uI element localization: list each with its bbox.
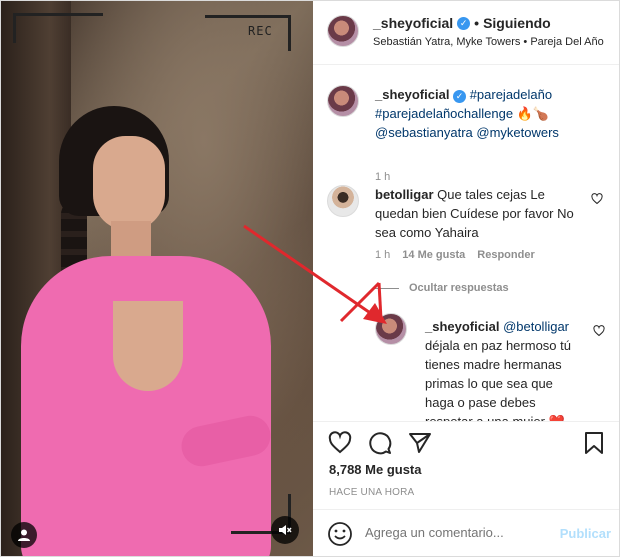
post-header: _sheyoficial ✓ • Siguiendo Sebastián Yat… [313,1,619,65]
like-comment-button[interactable] [593,325,605,340]
following-button[interactable]: Siguiendo [483,15,551,31]
comment-likes[interactable]: 14 Me gusta [402,249,465,261]
comment-button[interactable] [367,430,393,456]
hashtag-link[interactable]: #parejadelaño [470,87,552,102]
red-heart-emoji: ❤️ [549,414,565,421]
caption-text: _sheyoficial ✓ #parejadelaño #parejadela… [375,85,605,142]
hide-replies-dash [375,287,399,289]
comment-icon [369,432,392,455]
verified-icon: ✓ [453,90,467,103]
caption-emojis: 🔥🍗 [516,106,550,121]
header-title-row: _sheyoficial ✓ • Siguiendo [373,15,551,31]
avatar[interactable] [327,15,359,47]
rec-label: REC [248,24,273,38]
post-details-panel: _sheyoficial ✓ • Siguiendo Sebastián Yat… [313,1,619,556]
comment-username[interactable]: betolligar [375,187,434,202]
video-figure-chest [113,301,183,391]
like-comment-button[interactable] [591,193,603,208]
add-comment-bar: Publicar [313,509,619,556]
verified-icon: ✓ [457,16,471,30]
mention-link[interactable]: @myketowers [476,125,559,140]
heart-icon [591,193,603,205]
mute-icon [279,525,292,535]
comments-section: _sheyoficial ✓ #parejadelaño #parejadela… [313,65,619,421]
likes-count[interactable]: 8,788 Me gusta [329,462,422,477]
video-player[interactable]: REC [1,1,313,556]
tagged-users-button[interactable] [11,522,37,548]
comment-text: betolligar Que tales cejas Le quedan bie… [375,185,585,242]
hide-replies-label: Ocultar respuestas [409,282,509,294]
emoji-icon [328,522,352,546]
avatar[interactable] [327,85,359,117]
hide-replies-toggle[interactable]: Ocultar respuestas [375,282,509,294]
heart-icon [328,431,352,454]
emoji-button[interactable] [327,521,353,547]
header-username[interactable]: _sheyoficial [373,15,453,31]
post-actions: 8,788 Me gusta HACE UNA HORA Publicar [313,421,619,556]
share-button[interactable] [407,430,433,456]
reply-username[interactable]: _sheyoficial [425,319,499,334]
video-figure-face [93,136,165,231]
hashtag-link[interactable]: #parejadelañochallenge [375,106,513,121]
avatar[interactable] [375,313,407,345]
avatar[interactable] [327,185,359,217]
share-icon [409,433,431,453]
reply-body: déjala en paz hermoso tú tienes madre he… [425,338,571,421]
instagram-post-window: REC _sheyoficial ✓ • Siguiendo Sebastián… [0,0,620,557]
publish-button[interactable]: Publicar [560,526,611,541]
reply-button[interactable]: Responder [477,249,534,261]
mention-link[interactable]: @betolligar [503,319,569,334]
caption-username[interactable]: _sheyoficial [375,87,449,102]
comment-time[interactable]: 1 h [375,249,390,261]
mention-link[interactable]: @sebastianyatra [375,125,473,140]
header-separator: • [474,15,480,31]
heart-icon [593,325,605,337]
mute-button[interactable] [271,516,299,544]
post-time[interactable]: HACE UNA HORA [329,487,414,498]
audio-attribution[interactable]: Sebastián Yatra, Myke Towers • Pareja De… [373,36,604,48]
camera-frame-corner-top-left [13,13,103,43]
caption-time[interactable]: 1 h [375,171,390,183]
bookmark-icon [585,432,603,454]
action-icons [327,430,433,456]
user-icon [18,529,30,541]
comment-input[interactable] [365,525,545,540]
like-button[interactable] [327,430,353,456]
reply-text: _sheyoficial @betolligar déjala en paz h… [425,317,585,421]
save-button[interactable] [581,430,607,456]
comment-meta-row: 1 h 14 Me gusta Responder [375,249,535,261]
